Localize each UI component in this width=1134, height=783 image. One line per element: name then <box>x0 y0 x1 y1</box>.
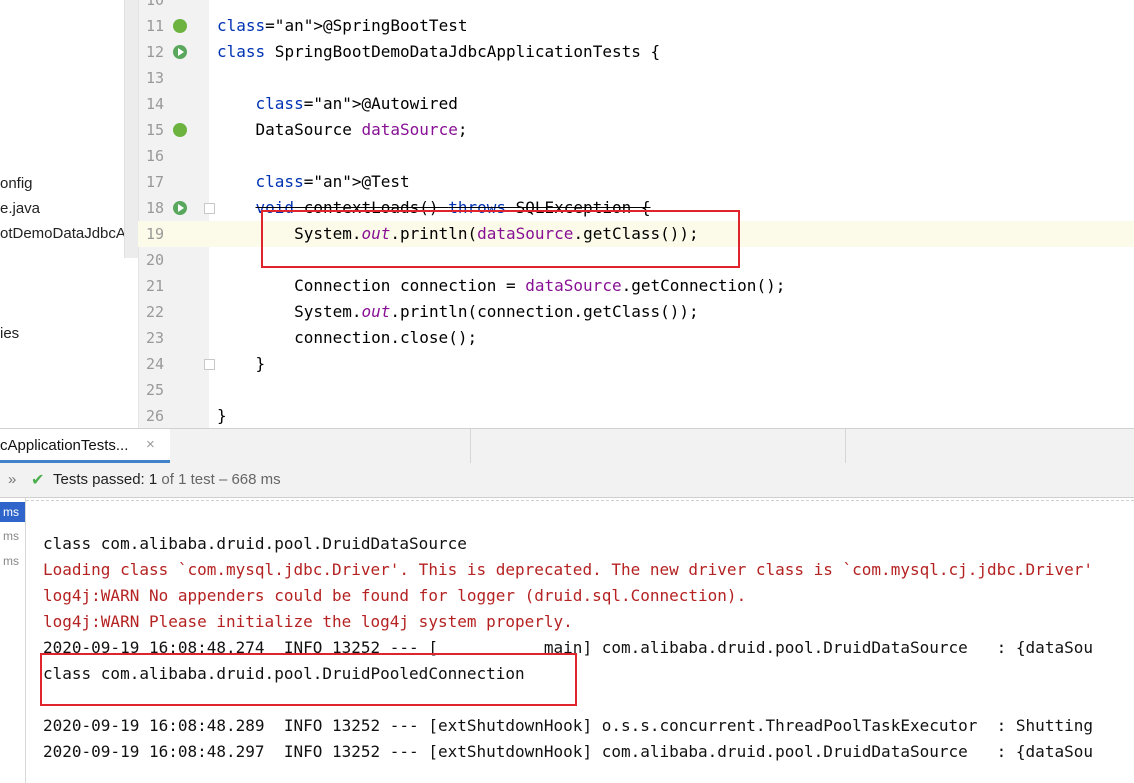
code-line[interactable]: 23 connection.close(); <box>138 325 1134 351</box>
expand-chevron-icon[interactable]: » <box>8 471 16 488</box>
line-number: 18 <box>145 199 164 217</box>
console-line: class com.alibaba.druid.pool.DruidDataSo… <box>43 534 467 553</box>
fold-marker-icon[interactable] <box>204 359 215 370</box>
console-line: 2020-09-19 16:08:48.289 INFO 13252 --- [… <box>43 716 1093 735</box>
code-line[interactable]: 11 class="an">@SpringBootTest <box>138 13 1134 39</box>
line-number: 25 <box>145 381 164 399</box>
code-text: class SpringBootDemoDataJdbcApplicationT… <box>217 42 661 61</box>
code-line[interactable]: 13 <box>138 65 1134 91</box>
test-list-item[interactable]: ms <box>0 551 25 571</box>
console-output[interactable]: class com.alibaba.druid.pool.DruidDataSo… <box>26 498 1134 783</box>
status-prefix: Tests passed: <box>53 471 145 488</box>
test-status-message: Tests passed: 1 of 1 test – 668 ms <box>53 471 281 488</box>
code-line[interactable]: 10 <box>138 0 1134 13</box>
check-icon: ✔ <box>31 470 45 489</box>
line-number: 10 <box>145 0 164 9</box>
code-text: connection.close(); <box>217 328 478 347</box>
console-clipped-line <box>26 498 1134 501</box>
code-line[interactable]: 26} <box>138 403 1134 428</box>
code-text: class="an">@SpringBootTest <box>217 16 468 35</box>
line-number: 22 <box>145 303 164 321</box>
code-text: class="an">@Test <box>255 172 410 191</box>
code-text: DataSource dataSource; <box>217 120 468 139</box>
code-line[interactable]: 12 class SpringBootDemoDataJdbcApplicatio… <box>138 39 1134 65</box>
code-text: class="an">@Autowired <box>255 94 458 113</box>
status-count: 1 <box>148 471 158 488</box>
code-line[interactable]: 24 } <box>138 351 1134 377</box>
console-line: 2020-09-19 16:08:48.297 INFO 13252 --- [… <box>43 742 1093 761</box>
spring-bean-icon <box>173 123 187 137</box>
console-warning-line: Loading class `com.mysql.jdbc.Driver'. T… <box>43 560 1093 579</box>
spring-bean-icon <box>173 19 187 33</box>
line-number: 21 <box>145 277 164 295</box>
run-test-icon[interactable] <box>173 45 187 59</box>
test-results-list: ms ms ms <box>0 498 26 783</box>
line-number: 23 <box>145 329 164 347</box>
tree-item-properties[interactable]: ies <box>0 325 19 342</box>
line-number: 15 <box>145 121 164 139</box>
code-text: } <box>217 354 266 373</box>
tree-item-config[interactable]: onfig <box>0 175 33 192</box>
code-line[interactable]: 14 class="an">@Autowired <box>138 91 1134 117</box>
line-number: 16 <box>145 147 164 165</box>
test-status-bar: » ✔ Tests passed: 1 of 1 test – 668 ms <box>0 463 1134 498</box>
tree-item-java-file[interactable]: e.java <box>0 200 40 217</box>
highlight-box-pooled-connection <box>40 653 577 706</box>
tab-divider <box>470 429 471 463</box>
line-number: 13 <box>145 69 164 87</box>
close-icon[interactable]: × <box>146 436 155 453</box>
project-tree: onfig e.java otDemoDataJdbcAp ies <box>0 0 138 428</box>
line-number: 19 <box>145 225 164 243</box>
code-line[interactable]: 16 <box>138 143 1134 169</box>
highlight-box-println <box>261 210 740 268</box>
fold-marker-icon[interactable] <box>204 203 215 214</box>
line-number: 24 <box>145 355 164 373</box>
tree-item-application[interactable]: otDemoDataJdbcAp <box>0 225 134 242</box>
code-line[interactable]: 15 DataSource dataSource; <box>138 117 1134 143</box>
code-line[interactable]: 21 Connection connection = dataSource.ge… <box>138 273 1134 299</box>
tab-run-tests-label: cApplicationTests... <box>0 437 129 454</box>
line-number: 11 <box>145 17 164 35</box>
run-test-icon[interactable] <box>173 201 187 215</box>
test-list-item[interactable]: ms <box>0 502 25 522</box>
tree-scrollbar[interactable] <box>124 0 138 258</box>
status-suffix: of 1 test – 668 ms <box>161 471 281 488</box>
code-text: } <box>217 406 227 425</box>
tab-divider <box>845 429 846 463</box>
line-number: 17 <box>145 173 164 191</box>
code-line[interactable]: 25 <box>138 377 1134 403</box>
line-number: 12 <box>145 43 164 61</box>
run-tab-bar: cApplicationTests... × <box>0 428 1134 464</box>
code-text: Connection connection = dataSource.getCo… <box>217 276 786 295</box>
code-line[interactable]: 17 class="an">@Test <box>138 169 1134 195</box>
test-list-item[interactable]: ms <box>0 526 25 546</box>
tab-run-tests[interactable]: cApplicationTests... × <box>0 429 170 463</box>
code-text: System.out.println(connection.getClass()… <box>217 302 699 321</box>
code-line[interactable]: 22 System.out.println(connection.getClas… <box>138 299 1134 325</box>
console-warning-line: log4j:WARN No appenders could be found f… <box>43 586 747 605</box>
line-number: 20 <box>145 251 164 269</box>
line-number: 14 <box>145 95 164 113</box>
line-number: 26 <box>145 407 164 425</box>
console-warning-line: log4j:WARN Please initialize the log4j s… <box>43 612 573 631</box>
